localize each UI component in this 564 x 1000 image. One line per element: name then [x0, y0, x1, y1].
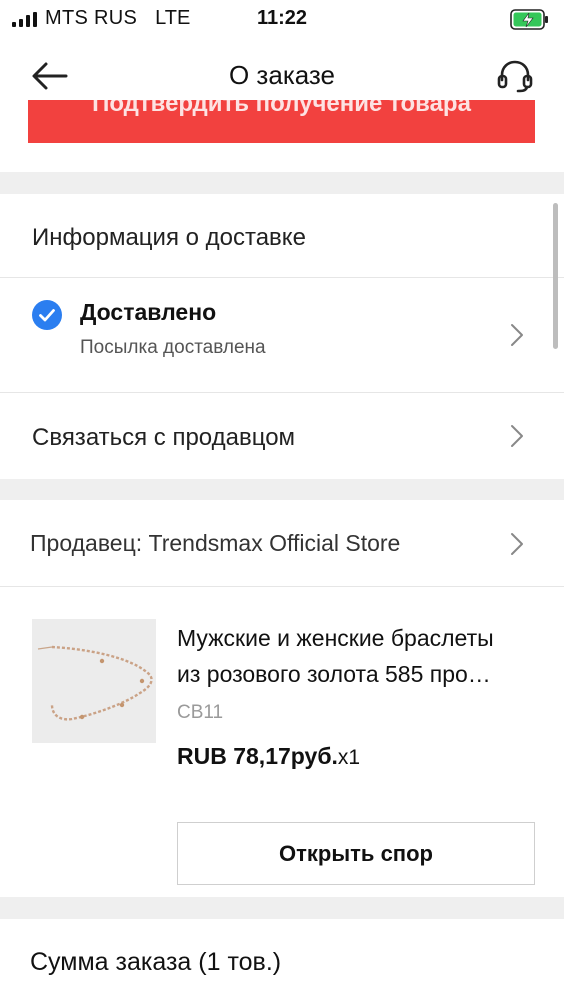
contact-seller-row[interactable]: Связаться с продавцом — [0, 393, 564, 479]
product-title-line-1: Мужские и женские браслеты — [177, 625, 494, 651]
delivery-status-subtitle: Посылка доставлена — [80, 337, 266, 358]
support-headset-icon[interactable] — [496, 58, 534, 94]
seller-name: Продавец: Trendsmax Official Store — [30, 530, 401, 556]
delivery-status-row[interactable]: Доставлено Посылка доставлена — [0, 278, 564, 392]
order-details-screen: MTS RUS LTE 11:22 О заказе Подтвердить п… — [0, 0, 564, 1000]
product-title-line-2: из розового золота 585 про… — [177, 661, 491, 687]
section-divider — [0, 172, 564, 194]
chevron-right-icon — [511, 324, 523, 346]
chevron-right-icon — [511, 533, 523, 555]
order-sum-label: Сумма заказа (1 тов.) — [30, 948, 282, 976]
page-title: О заказе — [228, 60, 336, 90]
product-price-line: RUB 78,17руб.x1 — [177, 743, 360, 770]
product-sku: CB11 — [177, 702, 224, 723]
scrollbar[interactable] — [553, 203, 558, 349]
open-dispute-label: Открыть спор — [279, 840, 433, 866]
section-divider — [0, 897, 564, 919]
battery-charging-icon — [510, 9, 548, 30]
section-divider — [0, 479, 564, 500]
chevron-right-icon — [511, 425, 523, 447]
product-price: RUB 78,17руб. — [177, 743, 338, 769]
open-dispute-button[interactable]: Открыть спор — [177, 822, 535, 885]
seller-row[interactable]: Продавец: Trendsmax Official Store — [0, 500, 564, 586]
delivery-info-row: Информация о доставке — [0, 194, 564, 278]
confirm-receipt-label: Подтвердить получение товара — [92, 100, 471, 117]
status-bar: MTS RUS LTE 11:22 — [0, 0, 564, 40]
confirm-receipt-button[interactable]: Подтвердить получение товара — [28, 100, 535, 143]
check-circle-icon — [32, 300, 62, 330]
product-image[interactable] — [32, 619, 156, 743]
bracelet-image — [32, 619, 156, 743]
contact-seller-label: Связаться с продавцом — [32, 424, 296, 451]
product-title[interactable]: Мужские и женские браслеты из розового з… — [177, 620, 542, 692]
status-time: 11:22 — [256, 7, 308, 29]
delivery-info-title: Информация о доставке — [32, 224, 306, 251]
delivery-status-title: Доставлено — [80, 299, 217, 325]
product-quantity: x1 — [337, 746, 361, 769]
